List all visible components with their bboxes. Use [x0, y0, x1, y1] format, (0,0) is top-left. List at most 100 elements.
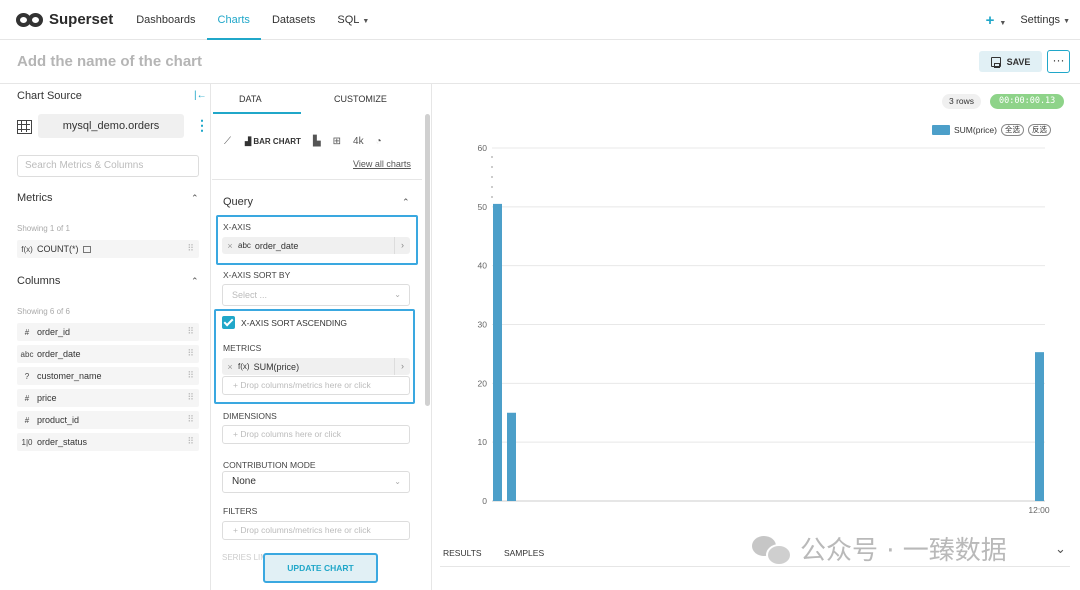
columns-count: Showing 6 of 6 [17, 307, 70, 316]
drag-handle-icon[interactable]: ⠿ [187, 243, 194, 254]
wechat-icon [752, 534, 792, 566]
bar[interactable] [507, 412, 516, 501]
chevron-up-icon[interactable]: ⌃ [191, 276, 199, 287]
dimensions-drop-zone[interactable]: + Drop columns here or click [222, 425, 410, 444]
legend-swatch[interactable] [932, 125, 950, 135]
drag-handle-icon[interactable]: ⠿ [187, 348, 194, 359]
bar[interactable] [1035, 352, 1044, 501]
nav-charts[interactable]: Charts [206, 0, 261, 40]
datasource-panel: Chart Source |← mysql_demo.orders ⋮ Sear… [0, 84, 211, 590]
chevron-down-icon[interactable]: ⌄ [1055, 541, 1066, 557]
metric-item[interactable]: f(x) COUNT(*) ⠿ [17, 240, 199, 258]
bar[interactable] [493, 203, 502, 501]
area-chart-icon[interactable]: ▙ [313, 136, 321, 147]
y-tick-label: 40 [478, 261, 488, 271]
top-nav: Superset Dashboards Charts Datasets SQL ▼… [0, 0, 1080, 40]
metric-name: COUNT(*) [37, 244, 79, 254]
filters-drop-zone[interactable]: + Drop columns/metrics here or click [222, 521, 410, 540]
x-axis-highlight [216, 215, 418, 265]
pie-chart-icon[interactable]: ◔ [376, 136, 382, 147]
y-tick-label: 0 [482, 496, 487, 506]
legend-series-name[interactable]: SUM(price) [954, 125, 997, 135]
tab-customize[interactable]: CUSTOMIZE [334, 94, 387, 104]
table-small-icon [82, 245, 91, 253]
column-item[interactable]: abc order_date ⠿ [17, 345, 199, 363]
nav-dashboards[interactable]: Dashboards [125, 0, 206, 40]
y-tick-label: 20 [478, 378, 488, 388]
chevron-down-icon: ⌄ [394, 477, 401, 486]
y-tick-label: 50 [478, 202, 488, 212]
row-count-badge: 3 rows [942, 94, 982, 109]
tab-results[interactable]: RESULTS [443, 548, 482, 558]
save-label: SAVE [1006, 56, 1031, 67]
query-time-badge: 00:00:00.13 [990, 94, 1065, 109]
plus-icon: + [985, 11, 995, 29]
table-chart-icon[interactable]: ⊞ [333, 136, 341, 147]
search-metrics-input[interactable]: Search Metrics & Columns [17, 155, 199, 177]
x-tick-label: 12:00 [1028, 505, 1050, 515]
control-tabs: DATA CUSTOMIZE [212, 84, 432, 114]
columns-section-title[interactable]: Columns [17, 275, 60, 287]
view-all-charts-link[interactable]: View all charts [353, 159, 411, 169]
y-tick-label: 10 [478, 437, 488, 447]
chevron-down-icon: ▼ [362, 17, 370, 25]
metrics-highlight [214, 309, 415, 404]
column-item[interactable]: # price ⠿ [17, 389, 199, 407]
datasource-name[interactable]: mysql_demo.orders [38, 114, 184, 138]
save-icon [990, 56, 1001, 68]
dimensions-label: DIMENSIONS [223, 411, 277, 421]
query-section-title[interactable]: Query [223, 196, 253, 208]
drop-hint: Drop columns here or click [240, 429, 341, 439]
watermark-text: 公众号 · 一臻数据 [800, 536, 1007, 566]
column-name: order_status [37, 437, 88, 447]
function-icon: f(x) [21, 244, 33, 254]
nav-datasets[interactable]: Datasets [261, 0, 326, 40]
more-options-button[interactable]: ··· [1047, 50, 1070, 73]
drag-handle-icon[interactable]: ⠿ [187, 392, 194, 403]
update-chart-button[interactable]: UPDATE CHART [263, 553, 378, 583]
chevron-up-icon[interactable]: ⌃ [402, 197, 410, 208]
numeric-type-icon: # [24, 327, 30, 337]
nav-sql[interactable]: SQL ▼ [326, 0, 380, 40]
query-section: Query ⌃ [212, 179, 422, 208]
unknown-type-icon: ? [24, 371, 30, 381]
metrics-section-title[interactable]: Metrics [17, 192, 52, 204]
superset-logo[interactable]: Superset [16, 11, 113, 28]
result-tabs: RESULTS SAMPLES [443, 548, 544, 558]
contribution-select[interactable]: None ⌄ [222, 471, 410, 493]
infinity-logo-icon [16, 12, 44, 27]
collapse-panel-icon[interactable]: |← [194, 90, 207, 101]
tab-samples[interactable]: SAMPLES [504, 548, 544, 558]
column-item[interactable]: 1|0 order_status ⠿ [17, 433, 199, 451]
viz-type-selected[interactable]: ▟ BAR CHART [245, 137, 301, 146]
table-icon [17, 120, 32, 134]
bar-chart: 0 10 20 30 40 50 60 12:00 [478, 143, 1050, 515]
brand-name: Superset [49, 11, 114, 28]
new-menu[interactable]: + ▼ [986, 12, 1007, 29]
filters-label: FILTERS [223, 506, 258, 516]
tab-data[interactable]: DATA [239, 94, 262, 104]
big-number-icon[interactable]: 4k [353, 136, 364, 147]
contribution-label: CONTRIBUTION MODE [223, 460, 316, 470]
drag-handle-icon[interactable]: ⠿ [187, 370, 194, 381]
chart-header: Add the name of the chart [0, 40, 1080, 84]
drag-handle-icon[interactable]: ⠿ [187, 326, 194, 337]
viz-type-label: BAR CHART [253, 136, 301, 146]
column-item[interactable]: # product_id ⠿ [17, 411, 199, 429]
chart-name-input[interactable]: Add the name of the chart [17, 53, 202, 70]
line-chart-icon[interactable]: ⟋ [224, 136, 231, 147]
settings-menu[interactable]: Settings ▼ [1020, 14, 1070, 26]
column-item[interactable]: ? customer_name ⠿ [17, 367, 199, 385]
drag-handle-icon[interactable]: ⠿ [187, 414, 194, 425]
numeric-type-icon: # [24, 393, 30, 403]
scrollbar[interactable] [425, 114, 430, 406]
save-button[interactable]: SAVE [979, 51, 1042, 72]
boolean-type-icon: 1|0 [21, 437, 33, 447]
contribution-value: None [232, 476, 256, 487]
chevron-up-icon[interactable]: ⌃ [191, 193, 199, 204]
x-axis-sort-select[interactable]: Select ... ⌄ [222, 284, 410, 306]
datasource-more-icon[interactable]: ⋮ [195, 117, 209, 134]
column-item[interactable]: # order_id ⠿ [17, 323, 199, 341]
drag-handle-icon[interactable]: ⠿ [187, 436, 194, 447]
column-name: order_date [37, 349, 81, 359]
